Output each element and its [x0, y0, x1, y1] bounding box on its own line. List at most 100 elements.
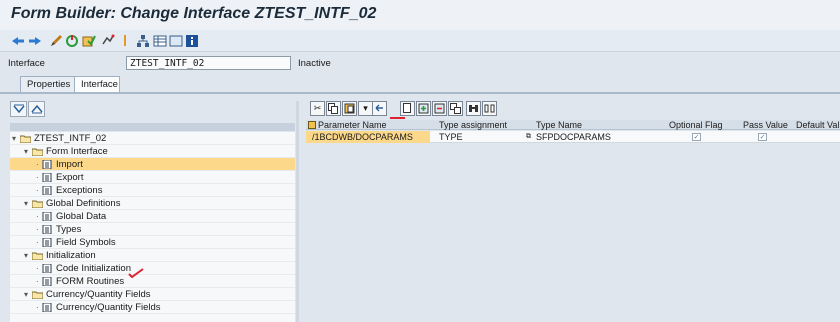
left-navigation-pane: ▾ ZTEST_INTF_02 ▾ Form Interface · Impor… — [10, 101, 295, 322]
pass-value-checkbox[interactable]: ✓ — [758, 133, 767, 141]
column-settings-icon[interactable] — [308, 121, 316, 129]
expand-toggle-icon[interactable]: ▾ — [12, 132, 16, 145]
bullet-icon: · — [36, 212, 39, 221]
expand-toggle-icon[interactable]: ▾ — [24, 197, 28, 210]
type-name-cell[interactable]: SFPDOCPARAMS — [536, 131, 611, 143]
tab-properties[interactable]: Properties — [20, 76, 80, 92]
expand-toggle-icon[interactable]: ▾ — [24, 145, 28, 158]
tree-node-export[interactable]: · Export — [10, 171, 295, 184]
tree-node-label: Global Data — [56, 211, 107, 222]
check-icon[interactable] — [81, 33, 97, 49]
tree-node-label: Import — [56, 159, 83, 170]
undo-icon[interactable] — [372, 101, 387, 116]
interface-name-field[interactable]: ZTEST_INTF_02 — [126, 56, 291, 70]
activate-icon[interactable] — [64, 33, 80, 49]
bullet-icon: · — [36, 186, 39, 195]
document-icon — [42, 225, 52, 234]
back-icon[interactable] — [10, 33, 26, 49]
tree-node-label: Code Initialization — [56, 263, 131, 274]
info-separator-icon — [117, 33, 133, 49]
tree-node-currency-quantity-fields[interactable]: · Currency/Quantity Fields — [10, 301, 295, 314]
table-icon[interactable] — [152, 33, 168, 49]
expand-toggle-icon[interactable]: ▾ — [24, 288, 28, 301]
interface-status: Inactive — [298, 58, 331, 69]
bullet-icon: · — [36, 225, 39, 234]
insert-row-icon[interactable] — [416, 101, 431, 116]
interface-label: Interface — [8, 58, 45, 69]
bullet-icon: · — [36, 277, 39, 286]
bullet-icon: · — [36, 160, 39, 169]
column-header[interactable]: Default Val — [796, 120, 839, 130]
tree-node-global-data[interactable]: · Global Data — [10, 210, 295, 223]
hierarchy-icon[interactable] — [135, 33, 151, 49]
bullet-icon: · — [36, 238, 39, 247]
optional-flag-checkbox[interactable]: ✓ — [692, 133, 701, 141]
bullet-icon: · — [36, 264, 39, 273]
delete-row-icon[interactable] — [432, 101, 447, 116]
tree-node-import[interactable]: · Import — [10, 158, 295, 171]
cut-icon[interactable]: ✂ — [310, 101, 325, 116]
column-header[interactable]: Optional Flag — [669, 120, 723, 130]
layout-icon[interactable] — [168, 33, 184, 49]
tree-node-label: Export — [56, 172, 84, 183]
document-icon — [42, 160, 52, 169]
edit-toggle-icon[interactable] — [48, 33, 64, 49]
tree-node-form-routines[interactable]: · FORM Routines — [10, 275, 295, 288]
window-title: Form Builder: Change Interface ZTEST_INT… — [11, 5, 377, 22]
expand-all-button[interactable] — [10, 101, 27, 117]
search-help-icon[interactable]: ⧉ — [526, 131, 531, 143]
tree-node-types[interactable]: · Types — [10, 223, 295, 236]
tree-node-label: Currency/Quantity Fields — [46, 289, 151, 300]
tree-header — [10, 123, 295, 131]
pane-splitter[interactable] — [296, 101, 299, 322]
tree-node-form-interface[interactable]: ▾ Form Interface — [10, 145, 295, 158]
underline-annotation — [390, 117, 405, 119]
document-icon — [42, 186, 52, 195]
application-toolbar — [0, 30, 840, 52]
table-header-row: Parameter Name Type assignment Type Name… — [306, 120, 840, 130]
paste-icon[interactable] — [342, 101, 357, 116]
duplicate-row-icon[interactable] — [448, 101, 463, 116]
document-icon — [42, 212, 52, 221]
bullet-icon: · — [36, 303, 39, 312]
folder-icon — [32, 291, 43, 299]
document-icon — [42, 264, 52, 273]
paste-dropdown-icon[interactable]: ▾ — [358, 101, 373, 116]
find-icon[interactable] — [466, 101, 481, 116]
table-row[interactable]: /1BCDWB/DOCPARAMS TYPE ⧉ SFPDOCPARAMS ✓ … — [306, 131, 840, 143]
document-icon — [42, 173, 52, 182]
tree-node-label: Initialization — [46, 250, 96, 261]
tree-node-global-definitions[interactable]: ▾ Global Definitions — [10, 197, 295, 210]
parameter-name-cell[interactable]: /1BCDWB/DOCPARAMS — [312, 131, 413, 143]
tree-node-label: Global Definitions — [46, 198, 121, 209]
find-next-icon[interactable] — [482, 101, 497, 116]
column-header[interactable]: Pass Value — [743, 120, 788, 130]
tree-node-label: Types — [56, 224, 82, 235]
folder-icon — [32, 200, 43, 208]
tab-divider — [0, 92, 840, 94]
column-header[interactable]: Type Name — [536, 120, 582, 130]
tree-node-field-symbols[interactable]: · Field Symbols — [10, 236, 295, 249]
folder-icon — [32, 252, 43, 260]
tree-node-code-initialization[interactable]: · Code Initialization — [10, 262, 295, 275]
expand-toggle-icon[interactable]: ▾ — [24, 249, 28, 262]
type-assignment-cell[interactable]: TYPE — [439, 131, 463, 143]
column-header[interactable]: Type assignment — [439, 120, 507, 130]
column-header[interactable]: Parameter Name — [318, 120, 387, 130]
tree-node-label: ZTEST_INTF_02 — [34, 133, 107, 144]
tree-node-exceptions[interactable]: · Exceptions — [10, 184, 295, 197]
tree-node-label: Form Interface — [46, 146, 108, 157]
tree-node-initialization[interactable]: ▾ Initialization — [10, 249, 295, 262]
tree-node-label: FORM Routines — [56, 276, 125, 287]
append-row-icon[interactable] — [400, 101, 415, 116]
where-used-icon[interactable] — [100, 33, 116, 49]
document-icon — [42, 303, 52, 312]
tab-interface[interactable]: Interface — [74, 76, 120, 92]
tree-node-root[interactable]: ▾ ZTEST_INTF_02 — [10, 132, 295, 145]
forward-icon[interactable] — [27, 33, 43, 49]
collapse-all-button[interactable] — [28, 101, 45, 117]
help-info-icon[interactable] — [184, 33, 200, 49]
interface-header-row: Interface ZTEST_INTF_02 Inactive — [0, 56, 840, 72]
tree-node-currency-quantity-folder[interactable]: ▾ Currency/Quantity Fields — [10, 288, 295, 301]
copy-icon[interactable] — [326, 101, 341, 116]
